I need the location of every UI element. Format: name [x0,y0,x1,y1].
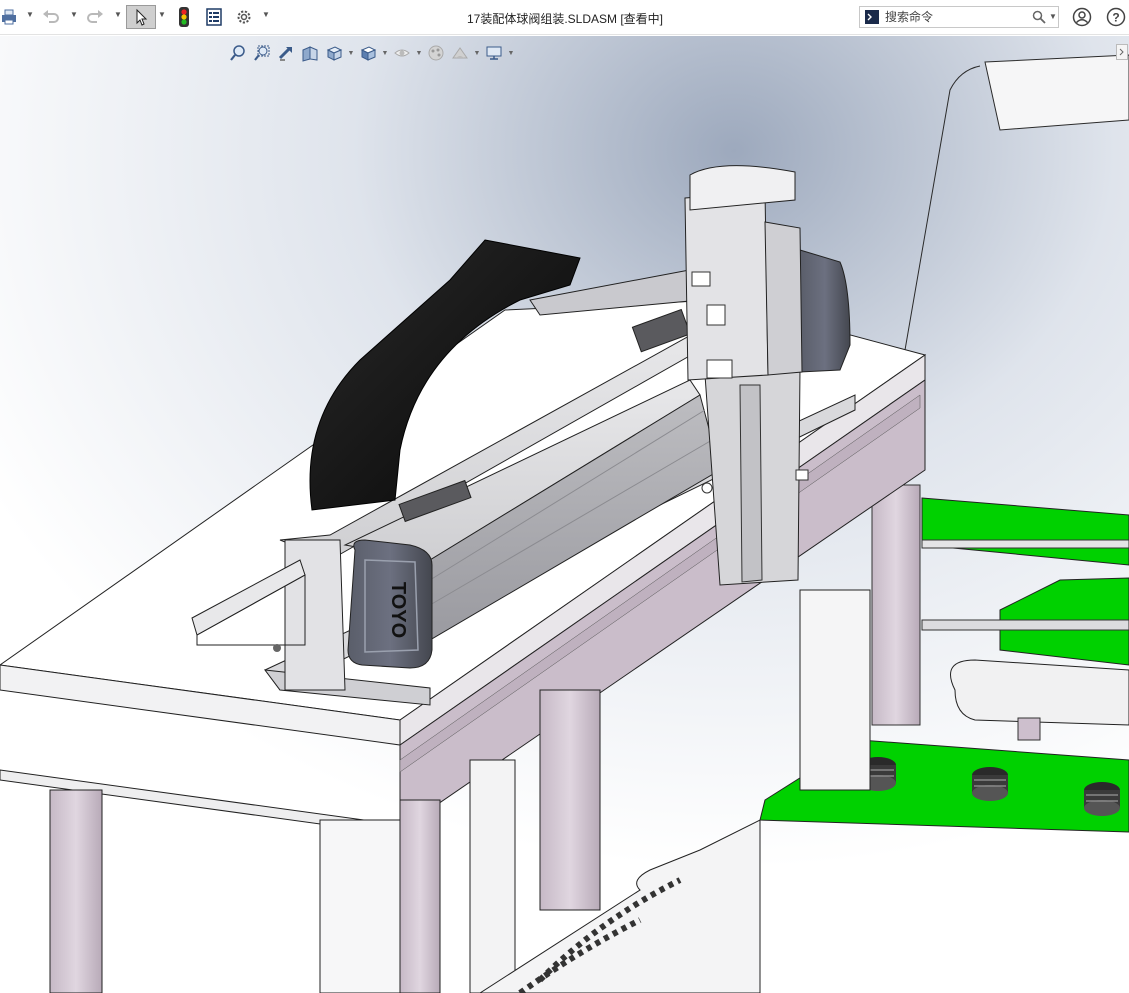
hide-show-items-icon[interactable] [390,42,414,64]
hide-show-dropdown-icon[interactable]: ▼ [414,50,424,57]
select-cursor-icon[interactable] [126,5,156,29]
select-dropdown-icon[interactable]: ▼ [158,10,166,19]
help-icon[interactable]: ? [1104,5,1128,29]
zoom-to-fit-icon[interactable] [226,42,250,64]
view-settings-icon[interactable] [482,42,506,64]
search-box[interactable]: ▼ [859,6,1059,28]
search-dropdown-icon[interactable]: ▼ [1049,12,1057,21]
graphics-area[interactable]: TOYO ▼ ▼ ▼ ▼ ▼ [0,36,1129,993]
edit-appearance-icon[interactable] [424,42,448,64]
view-orientation-dropdown-icon[interactable]: ▼ [346,50,356,57]
svg-text:?: ? [1112,11,1119,25]
view-settings-dropdown-icon[interactable]: ▼ [506,50,516,57]
options-dropdown-icon[interactable]: ▼ [262,10,270,19]
previous-view-icon[interactable] [274,42,298,64]
undo-dropdown-icon[interactable]: ▼ [70,10,78,19]
view-orientation-icon[interactable] [322,42,346,64]
redo-dropdown-icon[interactable]: ▼ [114,10,122,19]
options-gear-icon[interactable] [232,5,256,29]
rebuild-icon[interactable] [174,5,194,29]
apply-scene-icon[interactable] [448,42,472,64]
title-bar: ▼ ▼ ▼ ▼ ▼ 17装配体球阀组装.SLDASM [查看中] ▼ ? [0,0,1129,35]
display-style-dropdown-icon[interactable]: ▼ [380,50,390,57]
file-properties-icon[interactable] [203,5,225,29]
motor-end-cap: TOYO [347,539,433,669]
assembly-model-render: TOYO [0,36,1129,993]
display-style-icon[interactable] [356,42,380,64]
zoom-to-area-icon[interactable] [250,42,274,64]
redo-icon[interactable] [84,5,106,29]
undo-icon[interactable] [40,5,62,29]
apply-scene-dropdown-icon[interactable]: ▼ [472,50,482,57]
print-icon[interactable] [0,5,18,29]
print-dropdown-icon[interactable]: ▼ [26,10,34,19]
command-prompt-icon [865,10,879,27]
heads-up-view-toolbar: ▼ ▼ ▼ ▼ ▼ [226,41,516,65]
task-pane-toggle-icon[interactable] [1116,44,1128,60]
valve-part-2 [972,767,1008,801]
user-account-icon[interactable] [1070,5,1094,29]
toyo-logo: TOYO [387,582,409,638]
section-view-icon[interactable] [298,42,322,64]
search-input[interactable] [885,8,1025,26]
valve-part-3 [1084,782,1120,816]
search-icon[interactable] [1032,10,1046,27]
document-title: 17装配体球阀组装.SLDASM [查看中] [466,12,664,26]
